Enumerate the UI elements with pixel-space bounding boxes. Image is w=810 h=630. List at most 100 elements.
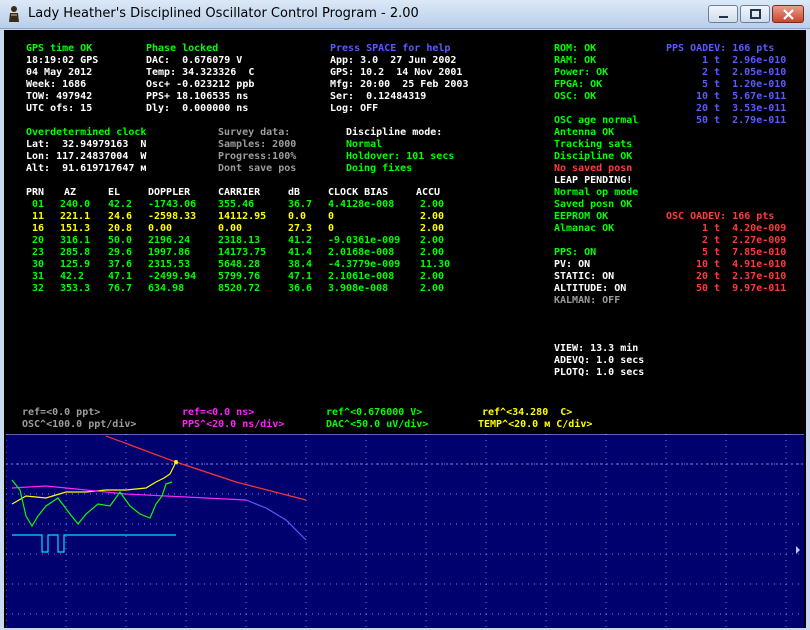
osc-adev-row: 50 t 9.97e-011 bbox=[696, 283, 787, 294]
sat-accu: 11.30 bbox=[420, 259, 451, 270]
plot-grid bbox=[6, 434, 804, 628]
sat-clock-bias: 4.4128e-008 bbox=[328, 199, 395, 210]
osc-ref-label: ref=<0.0 ppt> bbox=[22, 407, 101, 418]
sat-carrier: 14112.95 bbox=[218, 211, 267, 222]
sat-carrier: 5799.76 bbox=[218, 271, 261, 282]
plot-area[interactable] bbox=[6, 434, 804, 628]
static-toggle[interactable]: STATIC: ON bbox=[554, 271, 614, 283]
pps-adev-row: 1 t 2.96e-010 bbox=[702, 55, 787, 66]
sat-az: 285.8 bbox=[60, 247, 91, 258]
sat-az: 240.0 bbox=[60, 199, 91, 210]
table-row: 20 316.1 50.0 2196.24 2318.13 41.2 -9.0361e-00… bbox=[4, 235, 474, 247]
sat-header-accu: ACCU bbox=[416, 187, 441, 198]
pps-adev-row: 10 t 5.67e-011 bbox=[696, 91, 787, 102]
sat-carrier: 5648.28 bbox=[218, 259, 261, 270]
app-version: App: 3.0 27 Jun 2002 bbox=[330, 55, 457, 66]
sat-az: 151.3 bbox=[60, 223, 91, 234]
sat-accu: 2.00 bbox=[420, 283, 445, 294]
position-lon: Lon: 117.24837004 W bbox=[26, 151, 147, 162]
pps-adev-title: PPS OADEV: 166 pts bbox=[666, 43, 775, 54]
dac-trace bbox=[245, 499, 307, 541]
survey-samples: Samples: 2000 bbox=[218, 139, 297, 150]
op-mode: Normal op mode bbox=[554, 187, 639, 198]
table-row: 01 240.0 42.2 -1743.06 355.46 36.7 4.4128e-008… bbox=[4, 199, 474, 211]
sat-el: 37.6 bbox=[108, 259, 133, 270]
fpga-status: FPGA: OK bbox=[554, 79, 603, 90]
sat-db: 47.1 bbox=[288, 271, 313, 282]
sat-prn: 31 bbox=[32, 271, 45, 282]
sat-doppler: 0.00 bbox=[148, 223, 173, 234]
pps-adev-row: 20 t 3.53e-011 bbox=[696, 103, 787, 114]
doing-fixes: Doing fixes bbox=[346, 163, 413, 174]
sat-accu: 2.00 bbox=[420, 271, 445, 282]
sat-doppler: -2499.94 bbox=[148, 271, 197, 282]
temp-marker bbox=[174, 460, 178, 464]
sat-db: 0.0 bbox=[288, 211, 307, 222]
pv-toggle[interactable]: PV: ON bbox=[554, 259, 590, 271]
pps-toggle[interactable]: PPS: ON bbox=[554, 247, 596, 259]
table-row: 30 125.9 37.6 2315.53 5648.28 38.4 -4.3779e-00… bbox=[4, 259, 474, 271]
altitude-toggle[interactable]: ALTITUDE: ON bbox=[554, 283, 626, 295]
sat-az: 42.2 bbox=[60, 271, 85, 282]
sat-prn: 11 bbox=[32, 211, 45, 222]
sat-doppler: -2598.33 bbox=[148, 211, 197, 222]
pps-adev-row: 2 t 2.05e-010 bbox=[702, 67, 787, 78]
sat-clock-bias: -4.3779e-009 bbox=[328, 259, 401, 270]
sat-carrier: 355.46 bbox=[218, 199, 255, 210]
phase-temp: Temp: 34.323326 C bbox=[146, 67, 255, 78]
gps-status: GPS time OK bbox=[26, 43, 93, 54]
tracking-status: Tracking sats bbox=[554, 139, 633, 150]
close-icon bbox=[783, 9, 794, 20]
sat-db: 41.2 bbox=[288, 235, 313, 246]
antenna-status: Antenna OK bbox=[554, 127, 615, 138]
pps-adev-row: 5 t 1.20e-010 bbox=[702, 79, 787, 90]
sat-el: 47.1 bbox=[108, 271, 133, 282]
kalman-toggle[interactable]: KALMAN: OFF bbox=[554, 295, 620, 307]
osc-adev-row: 5 t 7.85e-010 bbox=[702, 247, 787, 258]
osc-adev-row: 2 t 2.27e-009 bbox=[702, 235, 787, 246]
maximize-icon bbox=[750, 9, 761, 19]
sat-header-carrier: CARRIER bbox=[218, 187, 261, 198]
maximize-button[interactable] bbox=[740, 5, 770, 23]
sat-header-clock-bias: CLOCK BIAS bbox=[328, 187, 389, 198]
sat-el: 76.7 bbox=[108, 283, 133, 294]
survey-progress: Progress:100% bbox=[218, 151, 297, 162]
close-button[interactable] bbox=[772, 5, 804, 23]
sat-db: 27.3 bbox=[288, 223, 313, 234]
phase-dac: DAC: 0.676079 V bbox=[146, 55, 243, 66]
sat-prn: 01 bbox=[32, 199, 45, 210]
gps-week: Week: 1686 bbox=[26, 79, 87, 90]
temp-ref-label: ref^<34.280 C> bbox=[482, 407, 573, 418]
power-status: Power: OK bbox=[554, 67, 609, 78]
sat-el: 24.6 bbox=[108, 211, 133, 222]
minimize-button[interactable] bbox=[708, 5, 738, 23]
table-row: 16 151.3 20.8 0.00 0.00 27.3 0 2.00 bbox=[4, 223, 474, 235]
sat-accu: 2.00 bbox=[420, 211, 445, 222]
position-status: Overdetermined clock bbox=[26, 127, 147, 138]
rom-status: ROM: OK bbox=[554, 43, 597, 54]
osc-age: OSC age normal bbox=[554, 115, 639, 126]
position-lat: Lat: 32.94979163 N bbox=[26, 139, 147, 150]
osc-adev-row: 10 t 4.91e-010 bbox=[696, 259, 787, 270]
pps-scale-label: PPS^<20.0 ns/div> bbox=[182, 419, 285, 430]
sat-clock-bias: -9.0361e-009 bbox=[328, 235, 401, 246]
view-interval: VIEW: 13.3 min bbox=[554, 343, 639, 354]
sat-db: 41.4 bbox=[288, 247, 313, 258]
holdover: Holdover: 101 secs bbox=[346, 151, 455, 162]
dac-ref-label: ref^<0.676000 V> bbox=[326, 407, 423, 418]
survey-title: Survey data: bbox=[218, 127, 291, 138]
sat-header-doppler: DOPPLER bbox=[148, 187, 191, 198]
sat-el: 50.0 bbox=[108, 235, 133, 246]
sat-accu: 2.00 bbox=[420, 199, 445, 210]
sat-doppler: 1997.86 bbox=[148, 247, 191, 258]
title-bar[interactable]: Lady Heather's Disciplined Oscillator Co… bbox=[0, 0, 810, 29]
sat-doppler: 634.98 bbox=[148, 283, 185, 294]
saved-posn-status: No saved posn bbox=[554, 163, 633, 174]
temp-scale-label: TEMP^<20.0 м C/div> bbox=[478, 419, 593, 430]
sat-clock-bias: 0 bbox=[328, 223, 335, 234]
sat-doppler: -1743.06 bbox=[148, 199, 197, 210]
sat-clock-bias: 0 bbox=[328, 211, 335, 222]
ram-status: RAM: OK bbox=[554, 55, 597, 66]
sat-header-db: dB bbox=[288, 187, 301, 198]
app-window: Lady Heather's Disciplined Oscillator Co… bbox=[0, 0, 810, 630]
